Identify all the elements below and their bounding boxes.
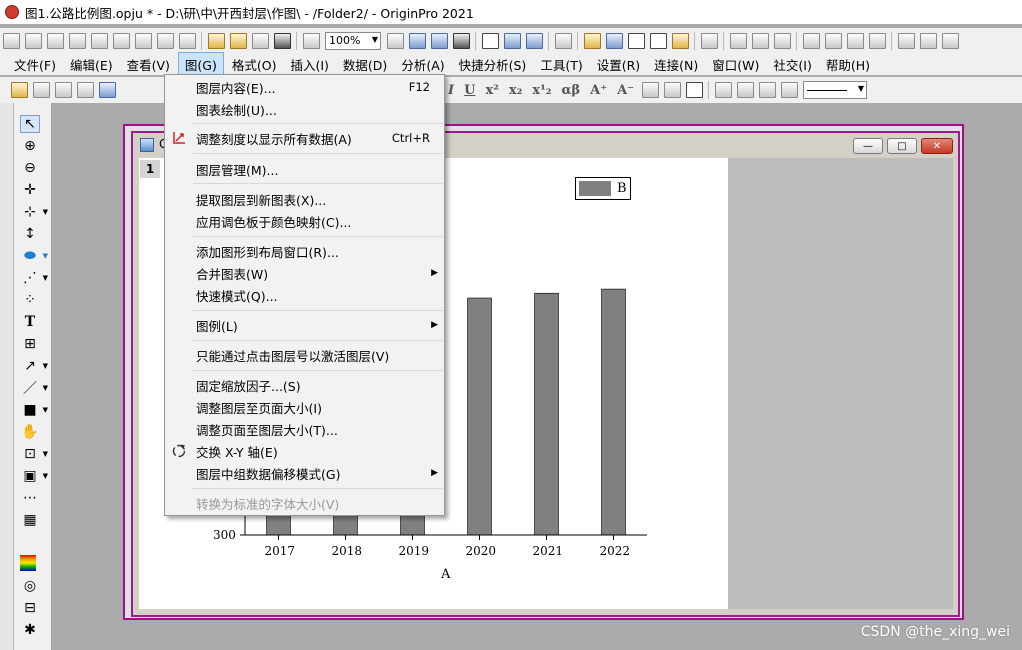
graph-menu-dropdown: 图层内容(E)... F12 图表绘制(U)... 调整刻度以显示所有数据(A)… <box>164 74 445 516</box>
menu-item-fit-page-to-layers[interactable]: 调整页面至图层大小(T)... <box>165 418 444 440</box>
menu-item-plot-setup[interactable]: 图表绘制(U)... <box>165 98 444 120</box>
menu-item-merge-graphs[interactable]: 合并图表(W) ▶ <box>165 262 444 284</box>
menu-separator <box>193 123 443 124</box>
x-tick-label: 2017 <box>264 544 296 558</box>
legend-label: B <box>617 181 627 196</box>
menu-item-extract-layers[interactable]: 提取图层到新图表(X)... <box>165 188 444 210</box>
menu-item-fix-factors[interactable]: 固定缩放因子...(S) <box>165 374 444 396</box>
y-tick-label: 300 <box>213 528 236 542</box>
bar-2022[interactable] <box>601 288 626 536</box>
menu-item-convert-font-size: 转换为标准的字体大小(V) <box>196 496 340 512</box>
x-tick-label: 2018 <box>331 544 363 558</box>
menu-item-apply-palette[interactable]: 应用调色板于颜色映射(C)... <box>165 210 444 232</box>
watermark: CSDN @the_xing_wei <box>860 624 1010 640</box>
menu-separator <box>193 370 443 371</box>
menu-item-legend[interactable]: 图例(L) ▶ <box>165 314 444 336</box>
bar-2021[interactable] <box>534 292 559 536</box>
x-tick-label: 2020 <box>465 544 497 558</box>
menu-item-offset-mode[interactable]: 图层中组数据偏移模式(G) ▶ <box>165 462 444 484</box>
menu-separator <box>193 340 443 341</box>
menu-separator <box>193 183 443 184</box>
menu-item-exchange-xy[interactable]: 交换 X-Y 轴(E) <box>165 440 444 462</box>
x-tick-label: 2021 <box>532 544 564 558</box>
x-axis-title: A <box>441 567 451 582</box>
legend-swatch <box>579 181 611 196</box>
submenu-arrow-icon: ▶ <box>431 468 438 478</box>
x-tick-label: 2019 <box>398 544 430 558</box>
bar-chart <box>240 288 647 540</box>
x-tick-label: 2022 <box>599 544 631 558</box>
exchange-axes-icon <box>170 442 188 460</box>
rescale-axes-icon <box>170 129 188 147</box>
legend[interactable]: B <box>575 177 631 200</box>
menu-item-layer-contents[interactable]: 图层内容(E)... F12 <box>165 76 444 98</box>
submenu-arrow-icon: ▶ <box>431 320 438 330</box>
bar-2020[interactable] <box>467 297 492 536</box>
menu-separator <box>193 488 443 489</box>
menu-item-layer-management[interactable]: 图层管理(M)... <box>165 158 444 180</box>
menu-item-fit-layer-to-page[interactable]: 调整图层至页面大小(I) <box>165 396 444 418</box>
menu-separator <box>193 236 443 237</box>
menu-item-speed-mode[interactable]: 快速模式(Q)... <box>165 284 444 306</box>
menu-separator <box>193 310 443 311</box>
submenu-arrow-icon: ▶ <box>431 268 438 278</box>
menu-item-add-to-layout[interactable]: 添加图形到布局窗口(R)... <box>165 240 444 262</box>
menu-separator <box>193 153 443 154</box>
menu-item-rescale-to-show-all[interactable]: 调整刻度以显示所有数据(A) Ctrl+R <box>165 127 444 149</box>
menu-item-activate-by-layer-icon[interactable]: 只能通过点击图层号以激活图层(V) <box>165 344 444 366</box>
